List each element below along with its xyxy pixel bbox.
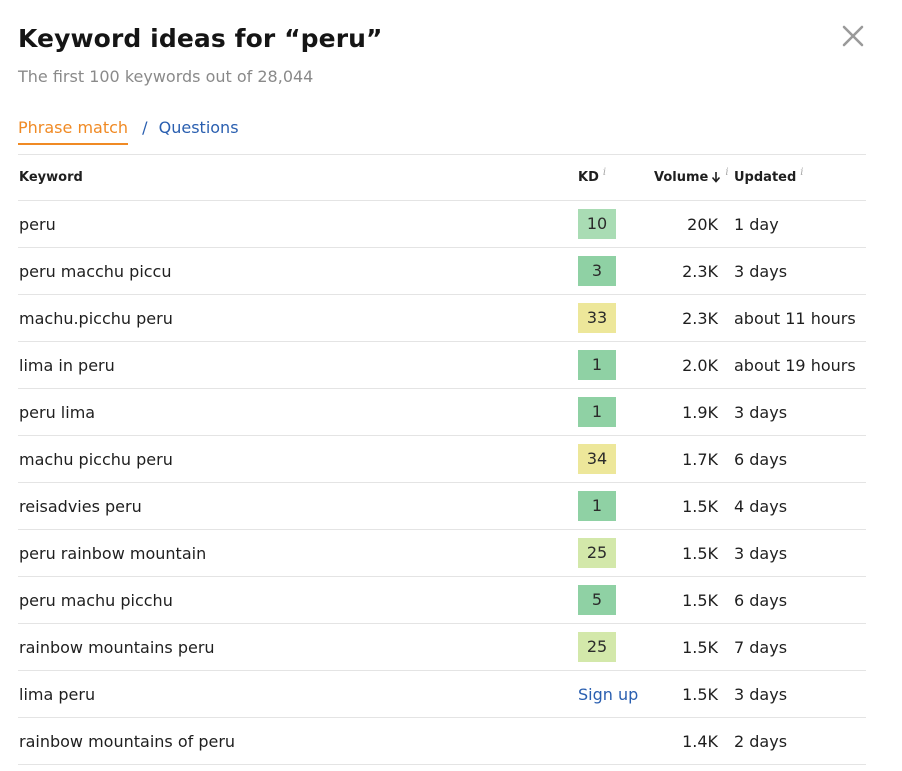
table-row[interactable]: reisadvies peru 1 1.5K 4 days — [18, 483, 866, 530]
volume-cell: 2.0K — [682, 355, 718, 375]
table-row[interactable]: peru lima 1 1.9K 3 days — [18, 389, 866, 436]
close-button[interactable] — [841, 24, 865, 48]
sort-descending-icon — [711, 171, 721, 187]
keyword-cell: machu.picchu peru — [19, 308, 173, 328]
table-row[interactable]: peru 10 20K 1 day — [18, 201, 866, 248]
close-icon — [842, 25, 864, 47]
column-header-kd[interactable]: KD i — [578, 155, 648, 200]
kd-badge: 1 — [578, 350, 616, 380]
keyword-cell: peru macchu piccu — [19, 261, 172, 281]
keyword-cell: reisadvies peru — [19, 496, 142, 516]
updated-cell: 4 days — [734, 496, 788, 516]
column-header-updated-label: Updated — [734, 170, 797, 185]
table-header-row: Keyword KD i Volume i Updated i — [18, 155, 866, 201]
updated-cell: about 19 hours — [734, 355, 856, 375]
updated-cell: 2 days — [734, 731, 788, 751]
tab-phrase-match[interactable]: Phrase match — [18, 118, 129, 145]
volume-cell: 1.9K — [682, 402, 718, 422]
volume-cell: 1.5K — [682, 637, 718, 657]
column-header-kd-label: KD — [578, 170, 599, 185]
info-icon[interactable]: i — [603, 167, 606, 178]
column-header-volume[interactable]: Volume i — [654, 155, 734, 200]
updated-cell: 3 days — [734, 543, 788, 563]
volume-cell: 1.5K — [682, 684, 718, 704]
table-row[interactable]: rainbow mountains of peru 1.4K 2 days — [18, 718, 866, 765]
sign-up-link[interactable]: Sign up — [578, 685, 638, 704]
table-row[interactable]: peru rainbow mountain 25 1.5K 3 days — [18, 530, 866, 577]
updated-cell: 7 days — [734, 637, 788, 657]
tab-questions[interactable]: Questions — [159, 118, 239, 137]
kd-badge: 34 — [578, 444, 616, 474]
info-icon[interactable]: i — [800, 167, 803, 178]
keyword-cell: peru — [19, 214, 56, 234]
tab-separator: / — [142, 118, 148, 137]
updated-cell: 3 days — [734, 402, 788, 422]
column-header-updated[interactable]: Updated i — [734, 155, 866, 200]
updated-cell: 1 day — [734, 214, 779, 234]
keyword-cell: rainbow mountains of peru — [19, 731, 236, 751]
page-title: Keyword ideas for “peru” — [18, 24, 383, 53]
table-row[interactable]: peru machu picchu 5 1.5K 6 days — [18, 577, 866, 624]
table-row[interactable]: lima in peru 1 2.0K about 19 hours — [18, 342, 866, 389]
table-row[interactable]: machu.picchu peru 33 2.3K about 11 hours — [18, 295, 866, 342]
table-row[interactable]: peru macchu piccu 3 2.3K 3 days — [18, 248, 866, 295]
table-row[interactable]: rainbow mountains peru 25 1.5K 7 days — [18, 624, 866, 671]
kd-badge: 10 — [578, 209, 616, 239]
updated-cell: about 11 hours — [734, 308, 856, 328]
kd-badge: 25 — [578, 538, 616, 568]
keyword-cell: peru machu picchu — [19, 590, 173, 610]
column-header-volume-label: Volume — [654, 170, 709, 185]
volume-cell: 1.5K — [682, 543, 718, 563]
keyword-cell: rainbow mountains peru — [19, 637, 215, 657]
keyword-cell: machu picchu peru — [19, 449, 173, 469]
page-subtitle: The first 100 keywords out of 28,044 — [18, 67, 314, 86]
volume-cell: 2.3K — [682, 308, 718, 328]
updated-cell: 3 days — [734, 261, 788, 281]
column-header-keyword[interactable]: Keyword — [19, 155, 559, 200]
column-header-keyword-label: Keyword — [19, 170, 83, 185]
keyword-cell: peru rainbow mountain — [19, 543, 207, 563]
updated-cell: 3 days — [734, 684, 788, 704]
kd-badge: 1 — [578, 397, 616, 427]
kd-badge: 33 — [578, 303, 616, 333]
table-row[interactable]: machu picchu peru 34 1.7K 6 days — [18, 436, 866, 483]
volume-cell: 1.5K — [682, 590, 718, 610]
kd-badge: 5 — [578, 585, 616, 615]
info-icon[interactable]: i — [725, 167, 728, 178]
volume-cell: 1.5K — [682, 496, 718, 516]
volume-cell: 2.3K — [682, 261, 718, 281]
keyword-cell: lima peru — [19, 684, 96, 704]
volume-cell: 1.7K — [682, 449, 718, 469]
keyword-table: Keyword KD i Volume i Updated i peru 10 … — [18, 154, 866, 765]
match-type-tabs: Phrase match / Questions — [18, 118, 239, 148]
table-row[interactable]: lima peru Sign up 1.5K 3 days — [18, 671, 866, 718]
kd-badge: 25 — [578, 632, 616, 662]
kd-badge: 3 — [578, 256, 616, 286]
keyword-cell: peru lima — [19, 402, 96, 422]
keyword-cell: lima in peru — [19, 355, 115, 375]
updated-cell: 6 days — [734, 590, 788, 610]
kd-badge: 1 — [578, 491, 616, 521]
volume-cell: 20K — [687, 214, 718, 234]
volume-cell: 1.4K — [682, 731, 718, 751]
updated-cell: 6 days — [734, 449, 788, 469]
table-body: peru 10 20K 1 day peru macchu piccu 3 2.3K 3 da… — [18, 201, 866, 765]
